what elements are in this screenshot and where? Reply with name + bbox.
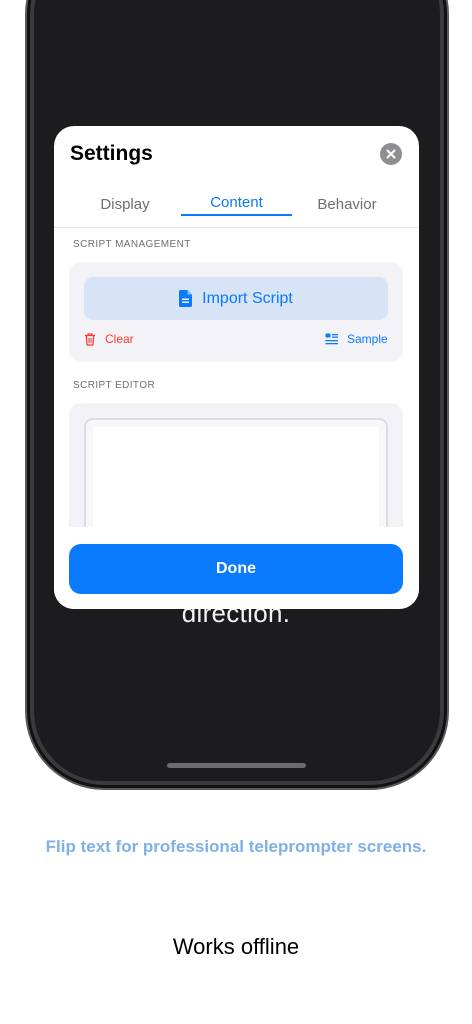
sheet-title: Settings — [70, 142, 153, 165]
tab-display[interactable]: Display — [70, 196, 180, 213]
home-indicator[interactable] — [167, 763, 306, 768]
import-script-label: Import Script — [202, 289, 293, 307]
feature-caption: Works offline — [172, 934, 300, 959]
sample-label: Sample — [347, 332, 388, 346]
done-button[interactable]: Done — [69, 544, 403, 594]
close-icon — [386, 149, 396, 159]
sample-button[interactable]: Sample — [325, 332, 388, 346]
settings-sheet: Settings Display Content Behavior SCRIPT… — [54, 126, 419, 609]
tab-content[interactable]: Content — [181, 194, 292, 211]
script-management-label: SCRIPT MANAGEMENT — [73, 239, 191, 250]
tab-bar: Display Content Behavior — [54, 190, 419, 228]
trash-icon — [85, 332, 95, 346]
document-icon — [179, 290, 193, 307]
close-button[interactable] — [380, 143, 402, 165]
marketing-tagline: Flip text for professional teleprompter … — [45, 837, 427, 856]
active-tab-indicator — [181, 214, 292, 216]
clear-button[interactable]: Clear — [84, 332, 134, 346]
script-management-card: Import Script Clear Sample — [69, 262, 403, 362]
sample-icon — [325, 333, 338, 345]
sheet-footer: Done — [54, 527, 419, 609]
script-editor-label: SCRIPT EDITOR — [73, 380, 156, 391]
clear-label: Clear — [105, 332, 134, 346]
tab-behavior[interactable]: Behavior — [292, 196, 402, 213]
import-script-button[interactable]: Import Script — [84, 277, 388, 320]
